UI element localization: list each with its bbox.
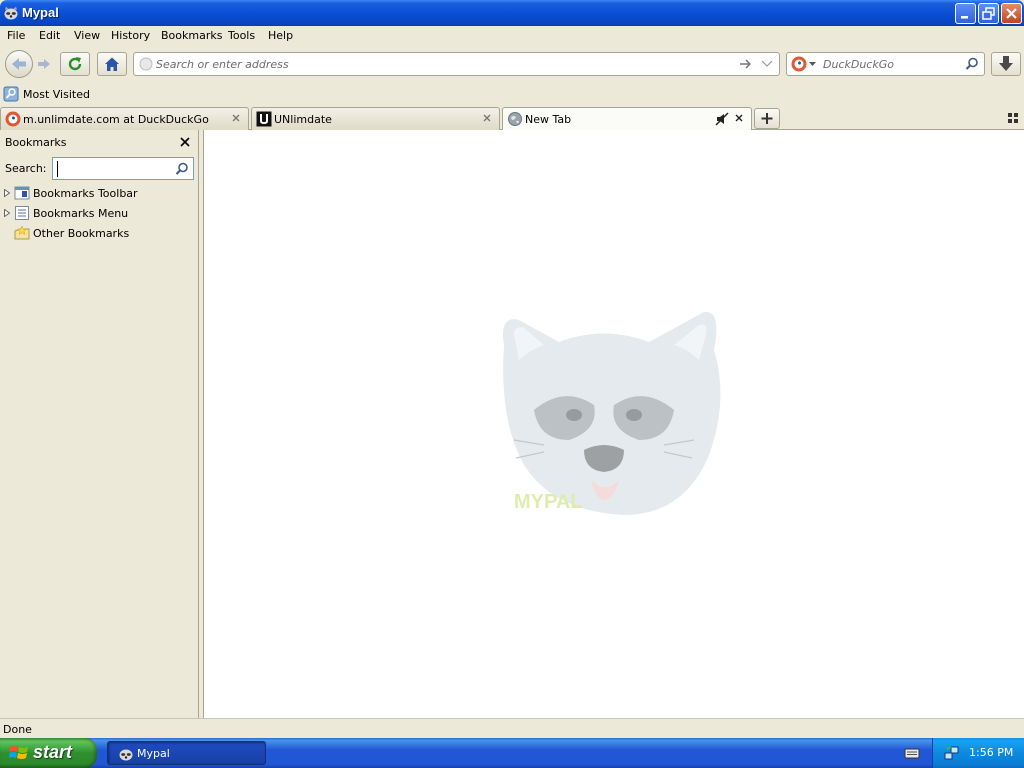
home-icon	[105, 57, 119, 71]
tree-item-bookmarks-toolbar[interactable]: Bookmarks Toolbar	[3, 184, 193, 202]
network-icon[interactable]	[943, 744, 961, 762]
address-bar[interactable]	[133, 52, 780, 76]
status-bar: Done	[0, 718, 1024, 738]
search-engine-dropdown-icon[interactable]	[809, 62, 816, 67]
menu-bar: File Edit View History Bookmarks Tools H…	[0, 26, 1024, 46]
list-all-tabs-icon[interactable]	[1008, 113, 1018, 123]
minimize-button[interactable]	[955, 3, 976, 24]
raccoon-icon	[119, 749, 133, 761]
reload-button[interactable]	[60, 52, 90, 76]
tab-strip: m.unlimdate.com at DuckDuckGo UNlimdate …	[0, 106, 1024, 131]
start-label: start	[33, 742, 73, 762]
clock[interactable]: 1:56 PM	[969, 746, 1013, 759]
most-visited-label: Most Visited	[23, 88, 90, 101]
navigation-toolbar	[0, 46, 1024, 82]
close-tab-icon[interactable]	[481, 112, 493, 124]
url-dropdown-icon[interactable]	[761, 60, 773, 68]
window-title: Mypal	[22, 5, 59, 20]
windows-taskbar: start Mypal 1:56 PM	[0, 738, 1024, 768]
taskbar-item-mypal[interactable]: Mypal	[107, 741, 266, 765]
close-tab-icon[interactable]	[733, 112, 745, 124]
close-sidebar-icon[interactable]	[179, 136, 191, 148]
search-input[interactable]	[823, 56, 963, 72]
tree-item-other-bookmarks[interactable]: Other Bookmarks	[3, 224, 193, 242]
bookmarks-sidebar: Bookmarks Search: Bookmarks Toolbar Book…	[0, 130, 199, 718]
search-icon[interactable]	[965, 57, 979, 71]
menu-help[interactable]: Help	[268, 29, 293, 42]
keyboard-language-icon[interactable]	[904, 746, 920, 760]
other-bookmarks-icon	[14, 225, 30, 240]
mypal-raccoon-logo: MYPAL	[503, 311, 721, 515]
raccoon-icon	[4, 6, 18, 20]
menu-bookmarks[interactable]: Bookmarks	[161, 29, 222, 42]
tab-label: m.unlimdate.com at DuckDuckGo	[23, 113, 209, 126]
new-tab-button[interactable]	[754, 108, 780, 129]
sidebar-search-input[interactable]	[57, 161, 173, 177]
tab-label: New Tab	[525, 113, 572, 126]
search-bar[interactable]	[786, 52, 985, 76]
back-arrow-icon	[12, 58, 26, 70]
close-window-button[interactable]	[1001, 3, 1022, 24]
go-arrow-icon[interactable]	[739, 58, 753, 70]
sidebar-title: Bookmarks	[5, 136, 67, 149]
most-visited-icon	[3, 86, 19, 102]
expand-twisty-icon[interactable]	[4, 209, 10, 217]
restore-button[interactable]	[978, 3, 999, 24]
globe-icon	[508, 112, 522, 126]
plus-icon	[761, 113, 773, 124]
search-icon	[175, 162, 188, 175]
page-content[interactable]: MYPAL	[204, 130, 1024, 718]
status-text: Done	[3, 723, 32, 736]
duckduckgo-icon[interactable]	[791, 56, 807, 72]
reload-icon	[68, 57, 82, 71]
forward-button[interactable]	[34, 55, 54, 73]
menu-edit[interactable]: Edit	[39, 29, 60, 42]
expand-twisty-icon[interactable]	[4, 189, 10, 197]
tab-label: UNlimdate	[274, 113, 332, 126]
mypal-logo-text: MYPAL	[514, 491, 583, 513]
minimize-icon	[961, 16, 968, 19]
duckduckgo-icon	[5, 111, 21, 127]
menu-tools[interactable]: Tools	[228, 29, 255, 42]
mute-tab-icon[interactable]	[715, 112, 729, 126]
tree-item-label: Bookmarks Menu	[33, 207, 129, 220]
menu-file[interactable]: File	[7, 29, 25, 42]
tree-item-label: Other Bookmarks	[33, 227, 130, 240]
sidebar-search-label: Search:	[5, 162, 47, 175]
tab-new-tab[interactable]: New Tab	[502, 107, 752, 131]
taskbar-item-label: Mypal	[137, 747, 170, 760]
downloads-button[interactable]	[991, 52, 1021, 76]
tree-item-label: Bookmarks Toolbar	[33, 187, 138, 200]
tree-item-bookmarks-menu[interactable]: Bookmarks Menu	[3, 204, 193, 222]
bookmarks-toolbar: Most Visited	[0, 82, 1024, 106]
home-button[interactable]	[97, 52, 127, 76]
address-input[interactable]	[156, 56, 726, 72]
forward-arrow-icon	[38, 59, 50, 69]
tab-unlimdate[interactable]: UNlimdate	[251, 107, 500, 130]
page-globe-icon	[139, 57, 153, 71]
system-tray: 1:56 PM	[932, 738, 1024, 768]
close-tab-icon[interactable]	[230, 112, 242, 124]
restore-icon	[982, 7, 995, 20]
back-button[interactable]	[5, 50, 33, 78]
menu-history[interactable]: History	[111, 29, 150, 42]
close-icon	[1006, 8, 1017, 19]
download-icon	[999, 56, 1013, 71]
menu-view[interactable]: View	[74, 29, 100, 42]
title-bar: Mypal	[0, 0, 1024, 26]
sidebar-search-box[interactable]	[52, 157, 194, 180]
unlimdate-icon	[256, 111, 272, 127]
bookmarks-toolbar-icon	[14, 186, 30, 200]
start-button[interactable]: start	[0, 738, 97, 768]
bookmarks-menu-icon	[15, 206, 29, 220]
windows-logo-icon	[9, 746, 28, 759]
tab-duckduckgo[interactable]: m.unlimdate.com at DuckDuckGo	[0, 107, 249, 130]
